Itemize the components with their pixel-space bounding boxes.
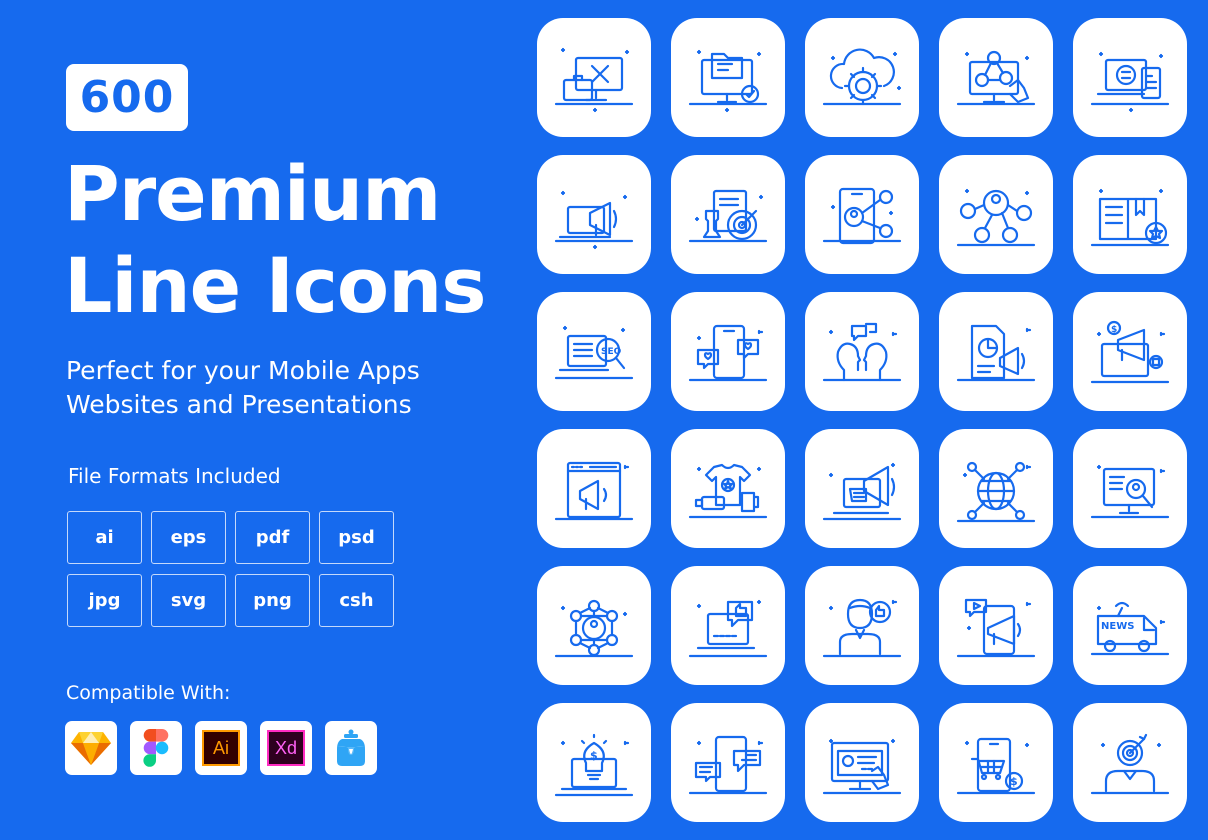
- format-svg[interactable]: svg: [151, 574, 226, 627]
- icon-tile-document-chart-megaphone[interactable]: [939, 292, 1053, 411]
- icon-tile-globe-network[interactable]: [939, 429, 1053, 548]
- laptop-bulb-money-icon: $: [554, 733, 634, 796]
- monitor-profile-click-icon: [822, 738, 902, 794]
- news-van-icon: NEWS: [1090, 601, 1170, 655]
- app-illustrator[interactable]: Ai: [195, 721, 247, 775]
- document-chart-megaphone-icon: [956, 324, 1036, 381]
- monitor-folder-check-icon: [688, 49, 768, 112]
- icon-tile-phone-video-megaphone[interactable]: [939, 566, 1053, 685]
- icon-tile-laptop-seo-search[interactable]: SEO: [537, 292, 651, 411]
- format-ai[interactable]: ai: [67, 511, 142, 564]
- format-jpg[interactable]: jpg: [67, 574, 142, 627]
- subtitle-line-2: Websites and Presentations: [66, 390, 412, 419]
- page-title: Premium Line Icons: [64, 148, 486, 332]
- user-hexagon-network-icon: [554, 599, 634, 657]
- icon-tile-phone-contacts[interactable]: [805, 155, 919, 274]
- compatible-apps: Ai Xd: [65, 721, 377, 775]
- count-badge-text: 600: [79, 72, 175, 123]
- app-xd[interactable]: Xd: [260, 721, 312, 775]
- illustrator-icon: Ai: [202, 730, 240, 766]
- count-badge: 600: [66, 64, 188, 131]
- svg-text:$: $: [590, 749, 598, 762]
- icon-tile-laptop-hand-megaphone[interactable]: [805, 429, 919, 548]
- format-pdf[interactable]: pdf: [235, 511, 310, 564]
- laptop-phone-sync-icon: [1090, 51, 1170, 112]
- icon-tile-laptop-phone-sync[interactable]: [1073, 18, 1187, 137]
- xd-icon: Xd: [267, 730, 305, 766]
- icon-tile-laptop-megaphone[interactable]: [537, 155, 651, 274]
- book-star-icon: [1090, 188, 1170, 246]
- icon-grid: SEO $ NEWS $ $: [537, 18, 1187, 822]
- icon-tile-user-network[interactable]: [939, 155, 1053, 274]
- format-eps[interactable]: eps: [151, 511, 226, 564]
- app-iconjar[interactable]: [325, 721, 377, 775]
- laptop-seo-search-icon: SEO: [554, 325, 634, 379]
- phone-reviews-icon: [688, 735, 768, 794]
- phone-heart-chat-icon: [688, 324, 768, 381]
- laptop-like-rating-icon: [688, 599, 768, 657]
- icon-tile-monitor-user-search[interactable]: [1073, 429, 1187, 548]
- title-line-1: Premium: [64, 149, 441, 238]
- format-psd[interactable]: psd: [319, 511, 394, 564]
- user-network-icon: [956, 188, 1036, 246]
- icon-tile-phone-reviews[interactable]: [671, 703, 785, 822]
- tshirt-usb-mug-icon: [688, 463, 768, 518]
- icon-tile-phone-heart-chat[interactable]: [671, 292, 785, 411]
- icon-tile-monitor-megaphone-money[interactable]: $: [1073, 292, 1187, 411]
- svg-text:NEWS: NEWS: [1101, 621, 1134, 632]
- monitor-megaphone-money-icon: $: [1090, 320, 1170, 383]
- subtitle: Perfect for your Mobile Apps Websites an…: [66, 354, 420, 422]
- formats-grid: ai eps pdf psd jpg svg png csh: [67, 511, 394, 627]
- app-sketch[interactable]: [65, 721, 117, 775]
- format-csh[interactable]: csh: [319, 574, 394, 627]
- icon-tile-monitor-tools-briefcase[interactable]: [537, 18, 651, 137]
- laptop-megaphone-icon: [554, 190, 634, 249]
- icon-tile-book-star[interactable]: [1073, 155, 1187, 274]
- cloud-gear-icon: [822, 48, 902, 105]
- person-target-icon: [1090, 733, 1170, 794]
- monitor-network-hand-icon: [956, 50, 1036, 105]
- icon-tile-monitor-profile-click[interactable]: [805, 703, 919, 822]
- iconjar-icon: [337, 729, 365, 766]
- icon-tile-monitor-network-hand[interactable]: [939, 18, 1053, 137]
- man-thumbs-up-icon: [822, 598, 902, 657]
- icon-tile-people-conversation[interactable]: [805, 292, 919, 411]
- icon-tile-chess-target-strategy[interactable]: [671, 155, 785, 274]
- icon-tile-tshirt-usb-mug[interactable]: [671, 429, 785, 548]
- monitor-tools-briefcase-icon: [554, 47, 634, 112]
- icon-tile-phone-cart-money[interactable]: $: [939, 703, 1053, 822]
- svg-text:$: $: [1010, 775, 1018, 788]
- people-conversation-icon: [822, 322, 902, 381]
- globe-network-icon: [956, 461, 1036, 522]
- compatible-label: Compatible With:: [66, 682, 231, 704]
- app-figma[interactable]: [130, 721, 182, 775]
- phone-video-megaphone-icon: [956, 598, 1036, 657]
- chess-target-strategy-icon: [688, 189, 768, 242]
- svg-text:SEO: SEO: [601, 347, 622, 357]
- monitor-user-search-icon: [1090, 464, 1170, 518]
- title-line-2: Line Icons: [64, 241, 486, 330]
- icon-tile-laptop-like-rating[interactable]: [671, 566, 785, 685]
- figma-icon: [143, 729, 169, 767]
- icon-tile-news-van[interactable]: NEWS: [1073, 566, 1187, 685]
- icon-tile-person-target[interactable]: [1073, 703, 1187, 822]
- icon-tile-user-hexagon-network[interactable]: [537, 566, 651, 685]
- laptop-hand-megaphone-icon: [822, 462, 902, 520]
- subtitle-line-1: Perfect for your Mobile Apps: [66, 356, 420, 385]
- format-png[interactable]: png: [235, 574, 310, 627]
- formats-label: File Formats Included: [68, 464, 281, 488]
- svg-text:$: $: [1111, 325, 1117, 335]
- icon-tile-laptop-bulb-money[interactable]: $: [537, 703, 651, 822]
- icon-tile-browser-megaphone[interactable]: [537, 429, 651, 548]
- icon-tile-cloud-gear[interactable]: [805, 18, 919, 137]
- phone-contacts-icon: [822, 187, 902, 244]
- browser-megaphone-icon: [554, 461, 634, 520]
- phone-cart-money-icon: $: [956, 737, 1036, 794]
- icon-tile-man-thumbs-up[interactable]: [805, 566, 919, 685]
- icon-tile-monitor-folder-check[interactable]: [671, 18, 785, 137]
- sketch-icon: [71, 732, 111, 765]
